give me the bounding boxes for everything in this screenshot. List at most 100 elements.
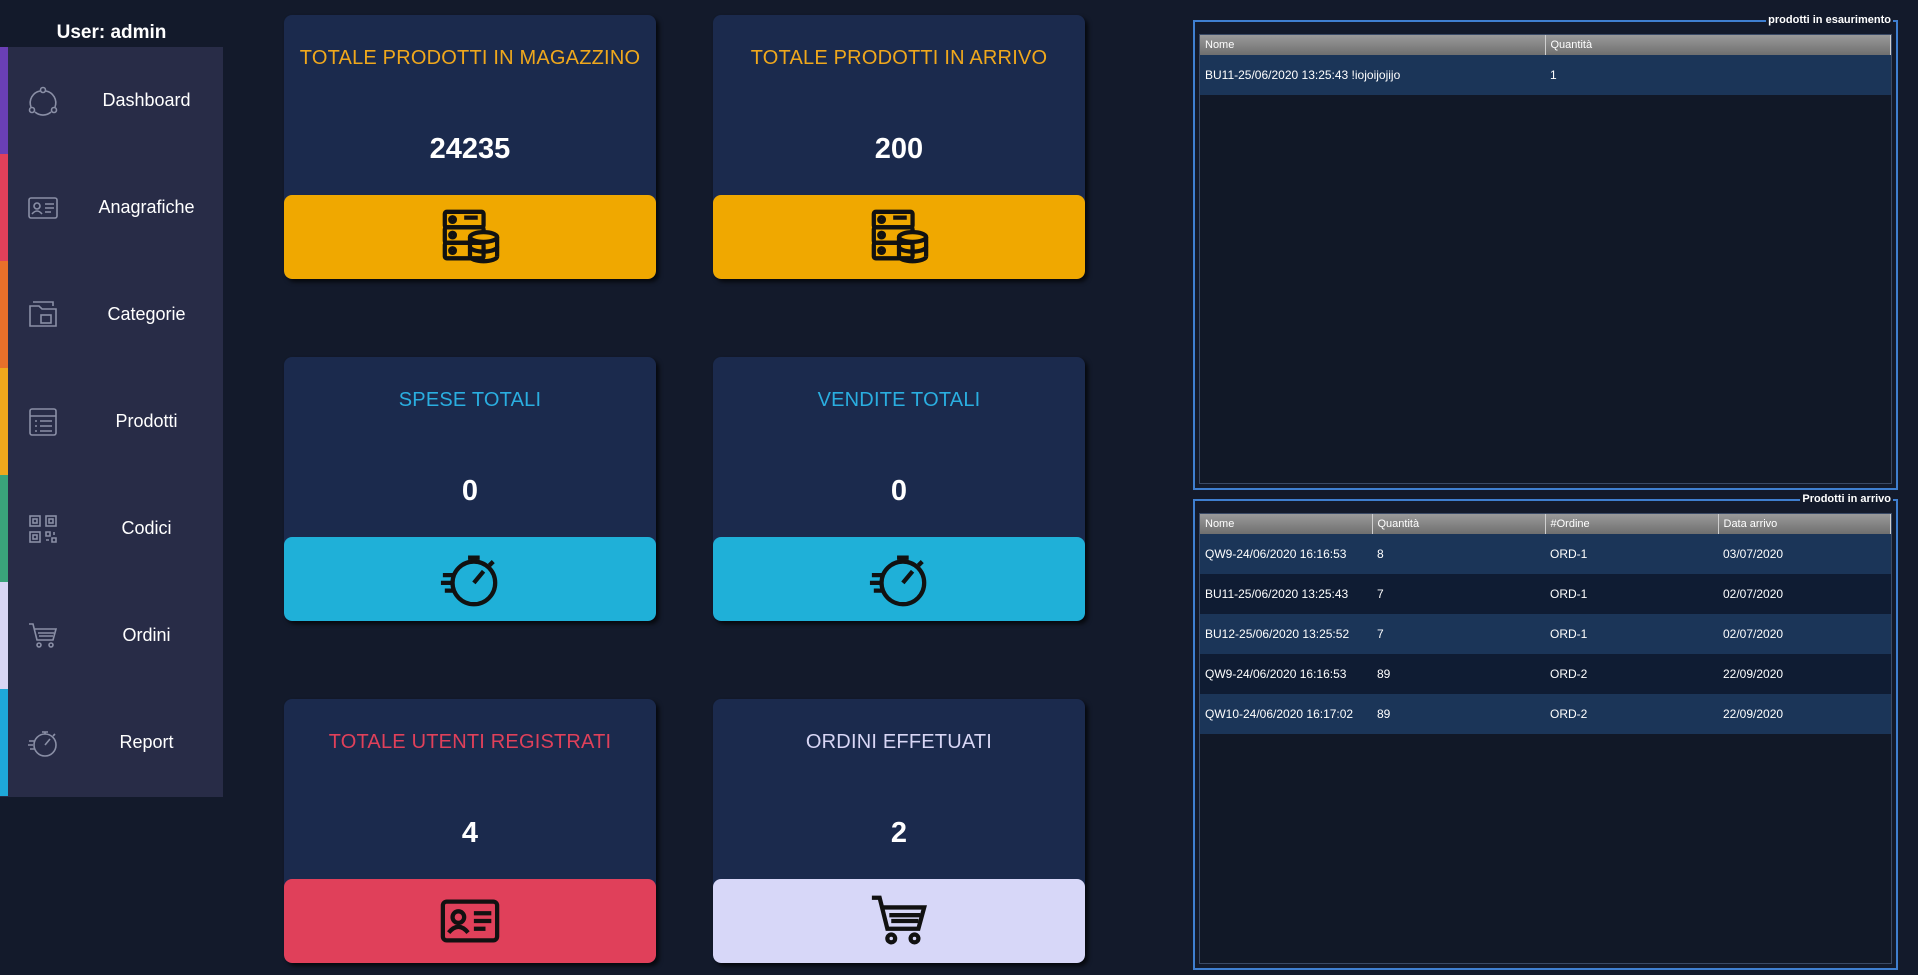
sidebar-color-stripe	[0, 261, 8, 368]
stat-card: SPESE TOTALI 0	[284, 357, 656, 621]
sidebar-item-label: Ordini	[122, 625, 171, 645]
incoming-table: Nome Quantità #Ordine Data arrivo QW9-24/06…	[1200, 514, 1891, 734]
table-cell: 89	[1372, 654, 1545, 694]
stat-card-footer	[284, 537, 656, 621]
stat-card: VENDITE TOTALI 0	[713, 357, 1085, 621]
table-cell: ORD-2	[1545, 694, 1718, 734]
stat-card-footer	[713, 195, 1085, 279]
dashboard-icon	[26, 84, 60, 118]
low-stock-table-container[interactable]: Nome Quantità BU11-25/06/2020 13:25:43 !i…	[1199, 34, 1892, 484]
incoming-table-container[interactable]: Nome Quantità #Ordine Data arrivo QW9-24/06…	[1199, 513, 1892, 964]
stat-card: TOTALE PRODOTTI IN ARRIVO 200	[713, 15, 1085, 279]
table-cell: 02/07/2020	[1718, 574, 1891, 614]
id-card-icon	[439, 890, 501, 952]
table-cell: 22/09/2020	[1718, 694, 1891, 734]
sidebar-color-stripe	[0, 154, 8, 261]
low-stock-panel-title: prodotti in esaurimento	[1766, 12, 1893, 28]
table-row[interactable]: QW10-24/06/2020 16:17:02 89 ORD-2 22/09/202…	[1200, 694, 1891, 734]
table-row[interactable]: QW9-24/06/2020 16:16:53 89 ORD-2 22/09/2020	[1200, 654, 1891, 694]
column-header[interactable]: Data arrivo	[1718, 514, 1891, 534]
sidebar-item-anagrafiche[interactable]: Anagrafiche	[0, 154, 223, 261]
low-stock-panel: prodotti in esaurimento Nome Quantità BU1…	[1193, 12, 1898, 490]
table-cell: 7	[1372, 614, 1545, 654]
table-cell: 1	[1545, 55, 1891, 95]
table-row[interactable]: QW9-24/06/2020 16:16:53 8 ORD-1 03/07/2020	[1200, 534, 1891, 574]
user-label: User: admin	[56, 22, 167, 43]
stopwatch-icon	[439, 548, 501, 610]
sidebar-item-report[interactable]: Report	[0, 689, 223, 796]
sidebar-item-label: Categorie	[107, 304, 186, 324]
stat-card: TOTALE PRODOTTI IN MAGAZZINO 24235	[284, 15, 656, 279]
stat-card-title: VENDITE TOTALI	[817, 389, 981, 411]
database-icon	[868, 206, 930, 268]
table-cell: 22/09/2020	[1718, 654, 1891, 694]
column-header[interactable]: #Ordine	[1545, 514, 1719, 534]
stat-card: TOTALE UTENTI REGISTRATI 4	[284, 699, 656, 963]
column-header[interactable]: Quantità	[1372, 514, 1546, 534]
table-cell: ORD-1	[1545, 574, 1718, 614]
column-header[interactable]: Nome	[1200, 514, 1373, 534]
column-header[interactable]: Quantità	[1545, 35, 1891, 55]
stat-card: ORDINI EFFETUATI 2	[713, 699, 1085, 963]
stat-card-footer	[284, 195, 656, 279]
stopwatch-icon	[26, 726, 60, 760]
sidebar-color-stripe	[0, 689, 8, 796]
table-cell: QW10-24/06/2020 16:17:02	[1200, 694, 1372, 734]
table-cell: 8	[1372, 534, 1545, 574]
table-cell: BU11-25/06/2020 13:25:43	[1200, 574, 1372, 614]
cart-icon	[26, 619, 60, 653]
stat-card-title: ORDINI EFFETUATI	[805, 731, 993, 753]
stat-card-value: 0	[890, 475, 908, 507]
table-cell: 03/07/2020	[1718, 534, 1891, 574]
list-icon	[26, 405, 60, 439]
sidebar-color-stripe	[0, 475, 8, 582]
sidebar-item-dashboard[interactable]: Dashboard	[0, 47, 223, 154]
stat-card-title: SPESE TOTALI	[398, 389, 542, 411]
stat-card-title: TOTALE UTENTI REGISTRATI	[328, 731, 612, 753]
database-icon	[439, 206, 501, 268]
low-stock-table: Nome Quantità BU11-25/06/2020 13:25:43 !i…	[1200, 35, 1891, 95]
sidebar-item-label: Dashboard	[102, 90, 191, 110]
stat-card-footer	[713, 537, 1085, 621]
sidebar: Dashboard Anagrafiche Categorie Prodotti Cod…	[0, 47, 223, 797]
sidebar-item-categorie[interactable]: Categorie	[0, 261, 223, 368]
id-card-icon	[26, 191, 60, 225]
sidebar-item-label: Anagrafiche	[98, 197, 195, 217]
table-row[interactable]: BU11-25/06/2020 13:25:43 !iojoijojijo 1	[1200, 55, 1891, 95]
cart-icon	[868, 890, 930, 952]
sidebar-item-label: Report	[119, 732, 174, 752]
table-cell: BU12-25/06/2020 13:25:52	[1200, 614, 1372, 654]
table-cell: BU11-25/06/2020 13:25:43 !iojoijojijo	[1200, 55, 1545, 95]
stat-card-value: 24235	[429, 133, 511, 165]
sidebar-item-label: Prodotti	[115, 411, 178, 431]
sidebar-color-stripe	[0, 582, 8, 689]
incoming-panel: Prodotti in arrivo Nome Quantità #Ordine Da…	[1193, 491, 1898, 970]
stat-card-footer	[713, 879, 1085, 963]
sidebar-item-ordini[interactable]: Ordini	[0, 582, 223, 689]
qr-code-icon	[26, 512, 60, 546]
table-cell: QW9-24/06/2020 16:16:53	[1200, 534, 1372, 574]
stat-card-value: 2	[890, 817, 908, 849]
sidebar-item-codici[interactable]: Codici	[0, 475, 223, 582]
table-row[interactable]: BU12-25/06/2020 13:25:52 7 ORD-1 02/07/2020	[1200, 614, 1891, 654]
sidebar-color-stripe	[0, 47, 8, 154]
stat-card-value: 200	[874, 133, 924, 165]
table-cell: ORD-1	[1545, 534, 1718, 574]
incoming-panel-title: Prodotti in arrivo	[1800, 491, 1893, 507]
stat-card-title: TOTALE PRODOTTI IN MAGAZZINO	[299, 47, 641, 69]
table-row[interactable]: BU11-25/06/2020 13:25:43 7 ORD-1 02/07/2020	[1200, 574, 1891, 614]
stat-card-title: TOTALE PRODOTTI IN ARRIVO	[750, 47, 1048, 69]
stat-card-value: 0	[461, 475, 479, 507]
stat-card-value: 4	[461, 817, 479, 849]
table-cell: ORD-1	[1545, 614, 1718, 654]
sidebar-color-stripe	[0, 368, 8, 475]
sidebar-item-label: Codici	[121, 518, 172, 538]
table-cell: 7	[1372, 574, 1545, 614]
column-header[interactable]: Nome	[1200, 35, 1546, 55]
stat-card-footer	[284, 879, 656, 963]
folder-icon	[26, 298, 60, 332]
table-cell: 02/07/2020	[1718, 614, 1891, 654]
sidebar-item-prodotti[interactable]: Prodotti	[0, 368, 223, 475]
table-cell: QW9-24/06/2020 16:16:53	[1200, 654, 1372, 694]
table-cell: 89	[1372, 694, 1545, 734]
